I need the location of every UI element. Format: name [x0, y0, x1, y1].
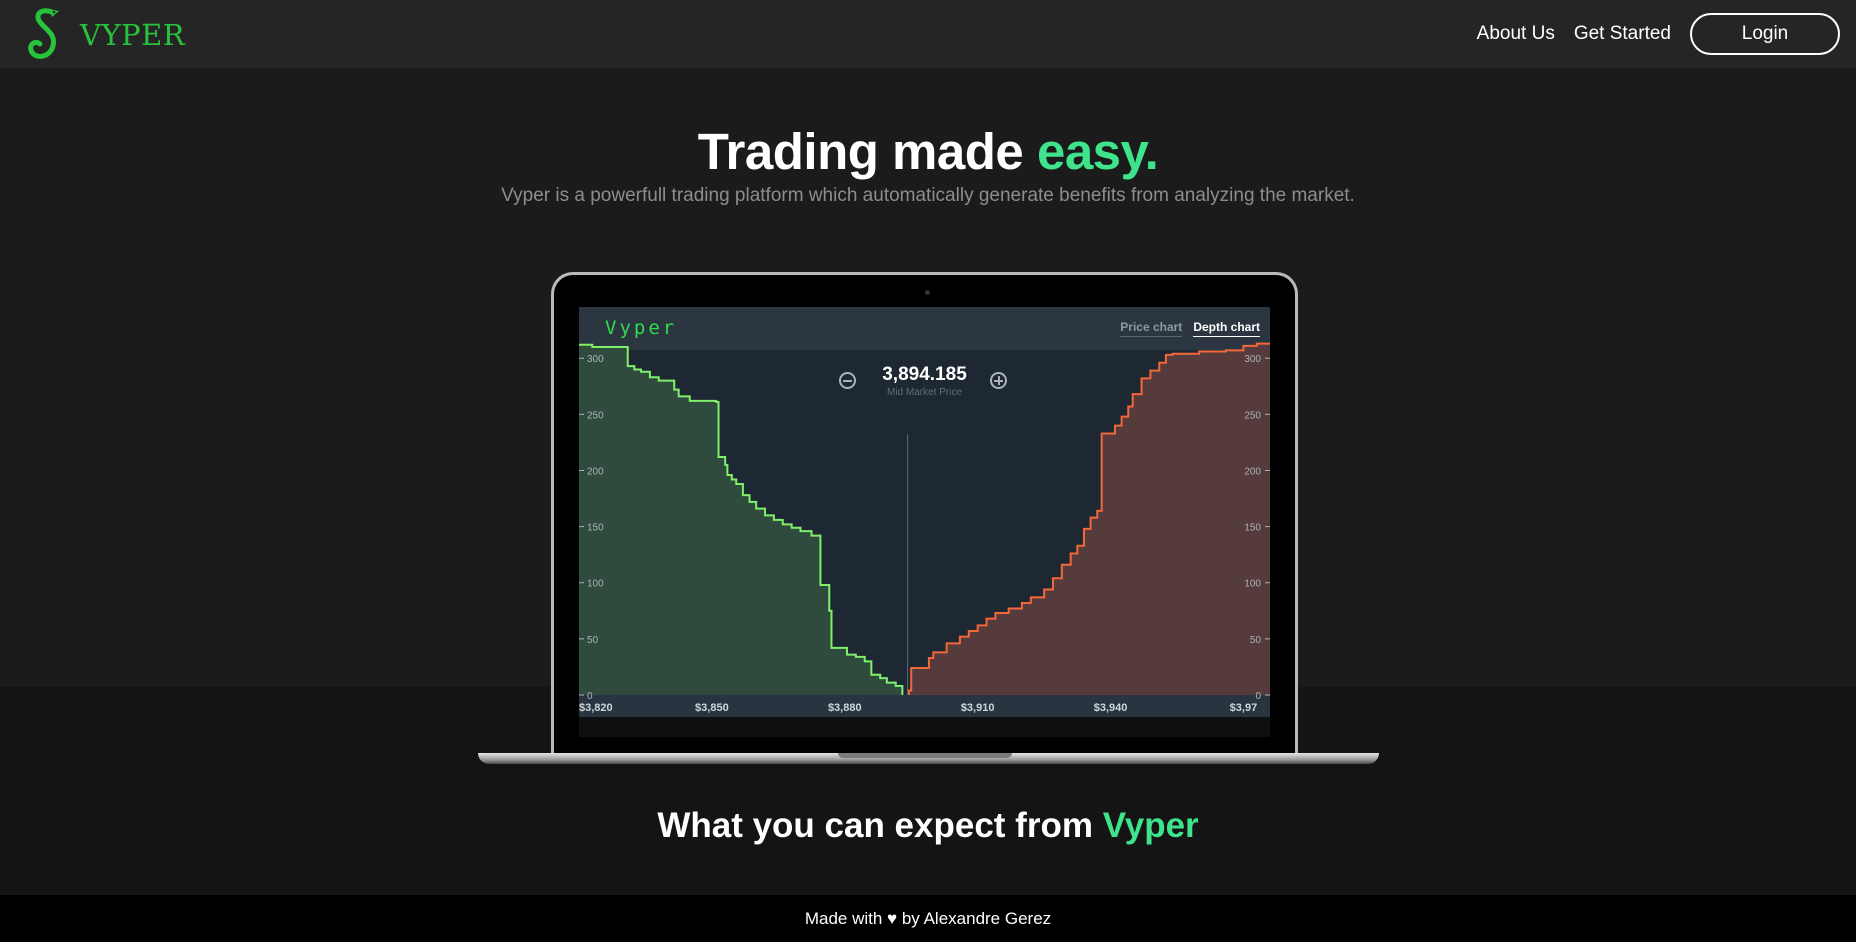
hero-title-main: Trading made [697, 123, 1037, 180]
features-title-main: What you can expect from [657, 806, 1103, 845]
features-title-accent: Vyper [1102, 806, 1199, 845]
y-tick-label-left: 0 [587, 691, 593, 702]
x-tick-label: $3,880 [828, 702, 862, 714]
nav-get-started-link[interactable]: Get Started [1574, 23, 1671, 45]
footer-text-after: by Alexandre Gerez [897, 908, 1052, 928]
heart-icon: ♥ [887, 908, 898, 928]
nav-links: About Us Get Started Login [1477, 11, 1840, 57]
laptop-hinge [838, 753, 1012, 758]
y-tick-label-left: 200 [587, 466, 604, 477]
mid-price-value: 3,894.185 [882, 364, 967, 385]
laptop-camera [925, 290, 930, 295]
y-tick-label-left: 150 [587, 523, 604, 534]
app-screen: Vyper Price chart Depth chart 0 0 50 50 100 1… [579, 307, 1270, 737]
mid-market-price: 3,894.185 Mid Market Price [579, 364, 1270, 398]
nav-about-us-link[interactable]: About Us [1477, 23, 1555, 45]
y-tick-label-left: 100 [587, 579, 604, 590]
hero-title: Trading made easy. [0, 122, 1856, 181]
y-tick-label-right: 100 [1244, 579, 1261, 590]
x-tick-label: $3,97 [1230, 702, 1258, 714]
y-tick-label-right: 200 [1244, 466, 1261, 477]
zoom-in-icon[interactable] [990, 372, 1007, 389]
hero-title-accent: easy. [1036, 123, 1159, 180]
footer-text-before: Made with [804, 908, 888, 928]
login-button[interactable]: Login [1690, 13, 1840, 55]
screen-bottom-bar [579, 717, 1270, 737]
features-title: What you can expect from Vyper [0, 806, 1856, 846]
y-tick-label-right: 250 [1244, 410, 1261, 421]
y-tick-label-right: 0 [1255, 691, 1261, 702]
x-tick-label: $3,910 [961, 702, 995, 714]
mid-price-label: Mid Market Price [886, 387, 962, 398]
snake-logo-icon [28, 8, 59, 59]
top-nav-bar: VYPER About Us Get Started Login [0, 0, 1856, 68]
y-tick-label-right: 50 [1250, 635, 1262, 646]
hero-subtitle: Vyper is a powerfull trading platform wh… [501, 185, 1355, 206]
x-tick-label: $3,940 [1094, 702, 1128, 714]
brand-name: VYPER [80, 18, 186, 52]
y-tick-label-left: 50 [587, 635, 599, 646]
brand-logo[interactable]: VYPER [26, 6, 185, 64]
y-tick-label-left: 250 [587, 410, 604, 421]
y-tick-label-right: 150 [1244, 523, 1261, 534]
footer: Made with ♥ by Alexandre Gerez [0, 895, 1856, 942]
x-tick-label: $3,850 [695, 702, 729, 714]
zoom-out-icon[interactable] [839, 372, 856, 389]
x-tick-label: $3,820 [579, 702, 613, 714]
